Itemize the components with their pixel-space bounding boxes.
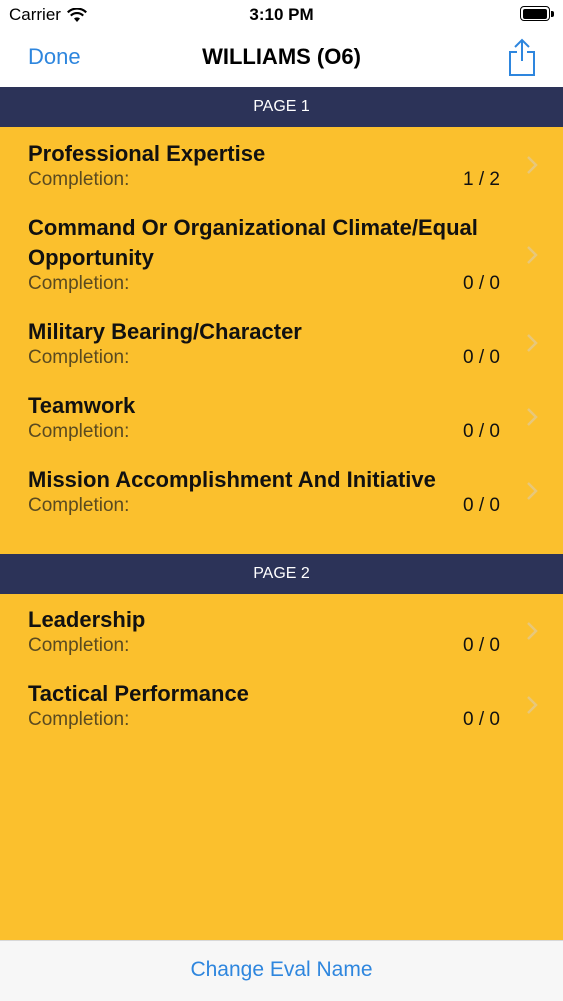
status-time: 3:10 PM [249,5,314,24]
row-title: Mission Accomplishment And Initiative [28,467,436,492]
completion-label: Completion: [28,709,130,730]
navigation-bar: Done WILLIAMS (O6) [0,30,563,87]
list-item[interactable]: Professional Expertise Completion: 1 / 2 [0,128,563,202]
completion-label: Completion: [28,421,130,442]
completion-value: 1 / 2 [463,169,500,190]
row-title: Military Bearing/Character [28,319,302,344]
list-item[interactable]: Command Or Organizational Climate/Equal … [0,202,563,306]
row-title: Teamwork [28,393,136,418]
chevron-right-icon [527,696,538,714]
list-item[interactable]: Teamwork Completion: 0 / 0 [0,380,563,454]
status-bar: Carrier 3:10 PM [0,0,563,30]
completion-label: Completion: [28,635,130,656]
list-item[interactable]: Tactical Performance Completion: 0 / 0 [0,668,563,742]
completion-label: Completion: [28,495,130,516]
completion-value: 0 / 0 [463,495,500,516]
completion-label: Completion: [28,169,130,190]
completion-value: 0 / 0 [463,709,500,730]
row-title: Tactical Performance [28,681,249,706]
completion-value: 0 / 0 [463,635,500,656]
share-icon[interactable] [507,37,537,77]
completion-value: 0 / 0 [463,347,500,368]
chevron-right-icon [527,156,538,174]
section-header-page-2: PAGE 2 [0,554,563,594]
row-title: Leadership [28,607,146,632]
change-eval-name-button[interactable]: Change Eval Name [0,958,563,982]
chevron-right-icon [527,334,538,352]
section-header-page-1: PAGE 1 [0,87,563,127]
list-item[interactable]: Leadership Completion: 0 / 0 [0,594,563,668]
chevron-right-icon [527,482,538,500]
row-title: Professional Expertise [28,141,266,166]
completion-label: Completion: [28,273,130,294]
completion-label: Completion: [28,347,130,368]
list-item[interactable]: Mission Accomplishment And Initiative Co… [0,454,563,528]
chevron-right-icon [527,408,538,426]
row-title: Command Or Organizational Climate/Equal … [28,215,478,270]
bottom-toolbar: Change Eval Name [0,940,563,1001]
list-item[interactable]: Military Bearing/Character Completion: 0… [0,306,563,380]
battery-icon [520,6,554,21]
completion-value: 0 / 0 [463,421,500,442]
chevron-right-icon [527,622,538,640]
chevron-right-icon [527,246,538,264]
page-title: WILLIAMS (O6) [202,44,361,69]
completion-value: 0 / 0 [463,273,500,294]
